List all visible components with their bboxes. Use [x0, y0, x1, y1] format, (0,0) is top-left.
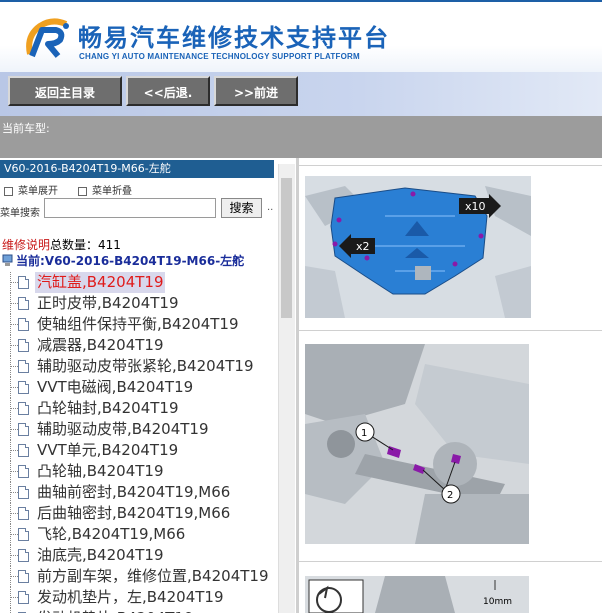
tree-item-label[interactable]: VVT单元,B4204T19 — [37, 440, 178, 461]
tree-item-label[interactable]: 汽缸盖,B4204T19 — [35, 272, 166, 293]
collapse-icon — [78, 186, 87, 196]
tree-item-label[interactable]: VVT电磁阀,B4204T19 — [37, 377, 193, 398]
tree-item-label[interactable]: 辅助驱动皮带,B4204T19 — [37, 419, 208, 440]
document-icon — [18, 381, 29, 394]
tree-item-label[interactable]: 飞轮,B4204T19,M66 — [37, 524, 185, 545]
document-icon — [18, 507, 29, 520]
menu-collapse-label: 菜单折叠 — [92, 186, 132, 197]
tree-item[interactable]: 减震器,B4204T19 — [10, 335, 278, 356]
document-icon — [18, 297, 29, 310]
document-icon — [18, 318, 29, 331]
forward-button[interactable]: >>前进 — [214, 76, 298, 106]
tree-item[interactable]: 辅助驱动皮带张紧轮,B4204T19 — [10, 356, 278, 377]
tree-item[interactable]: 发动机垫片，左,B4204T19 — [10, 587, 278, 608]
tree-item[interactable]: 油底壳,B4204T19 — [10, 545, 278, 566]
figure-torque: 10mm — [305, 576, 529, 613]
divider — [299, 561, 602, 562]
figure-underbody-shield: x10 x2 — [305, 176, 531, 318]
document-icon — [18, 444, 29, 457]
underbody-shield-illustration: x10 x2 — [305, 176, 531, 318]
divider — [299, 165, 602, 166]
tree-item[interactable]: VVT电磁阀,B4204T19 — [10, 377, 278, 398]
current-node[interactable]: 当前:V60-2016-B4204T19-M66-左舵 — [2, 252, 244, 269]
content-panel: x10 x2 1 2 10mm — [296, 158, 602, 613]
document-icon — [18, 402, 29, 415]
expand-icon — [4, 186, 13, 196]
app-header: 畅易汽车维修技术支持平台 CHANG YI AUTO MAINTENANCE T… — [0, 0, 602, 74]
tree-item-label[interactable]: 使轴组件保持平衡,B4204T19 — [37, 314, 238, 335]
tree-item[interactable]: 前方副车架，维修位置,B4204T19 — [10, 566, 278, 587]
sidebar: V60-2016-B4204T19-M66-左舵 菜单展开 菜单折叠 菜单搜索 … — [0, 158, 295, 613]
tree-item[interactable]: 正时皮带,B4204T19 — [10, 293, 278, 314]
menu-collapse-link[interactable]: 菜单折叠 — [78, 182, 132, 197]
site-title: 畅易汽车维修技术支持平台 — [78, 24, 390, 52]
tree-item-label[interactable]: 发动机垫片，左,B4204T19 — [37, 587, 223, 608]
sidebar-path: V60-2016-B4204T19-M66-左舵 — [0, 160, 274, 178]
document-icon — [18, 570, 29, 583]
figure-fasteners: 1 2 — [305, 344, 529, 544]
tree-item[interactable]: 凸轮轴封,B4204T19 — [10, 398, 278, 419]
tree-item-label[interactable]: 凸轮轴,B4204T19 — [37, 461, 163, 482]
logo-icon — [26, 18, 69, 58]
vehicle-bar: 当前车型: — [0, 116, 602, 158]
tree-item[interactable]: 飞轮,B4204T19,M66 — [10, 524, 278, 545]
tree-item[interactable]: 辅助驱动皮带,B4204T19 — [10, 419, 278, 440]
tree-item[interactable]: 后曲轴密封,B4204T19,M66 — [10, 503, 278, 524]
search-input[interactable] — [44, 198, 216, 218]
tree-item[interactable]: VVT单元,B4204T19 — [10, 440, 278, 461]
document-icon — [18, 528, 29, 541]
document-icon — [18, 423, 29, 436]
tree-item[interactable]: 凸轮轴,B4204T19 — [10, 461, 278, 482]
fastener-illustration: 1 2 — [305, 344, 529, 544]
tree-item-label[interactable]: 前方副车架，维修位置,B4204T19 — [37, 566, 268, 587]
computer-icon — [2, 254, 13, 266]
tree-item[interactable]: 汽缸盖,B4204T19 — [10, 272, 278, 293]
doc-tree: 汽缸盖,B4204T19 正时皮带,B4204T19 使轴组件保持平衡,B4204T… — [10, 272, 278, 613]
tree-connector — [10, 608, 11, 613]
search-dots: .. — [267, 202, 274, 213]
count-label: 维修说明 — [2, 238, 51, 252]
count-line: 维修说明总数量：411 — [2, 236, 121, 253]
back-button[interactable]: <<后退. — [126, 76, 210, 106]
site-subtitle: CHANG YI AUTO MAINTENANCE TECHNOLOGY SUP… — [79, 52, 360, 61]
search-button[interactable]: 搜索 — [221, 198, 262, 218]
menu-expand-label: 菜单展开 — [18, 186, 58, 197]
sidebar-scrollbar[interactable] — [278, 164, 295, 613]
nav-bar: 返回主目录 <<后退. >>前进 — [0, 72, 602, 116]
callout-1-label: 1 — [361, 428, 367, 439]
search-label: 菜单搜索 — [0, 208, 40, 219]
document-icon — [18, 591, 29, 604]
document-icon — [18, 486, 29, 499]
document-icon — [18, 465, 29, 478]
tree-item-label[interactable]: 发动机垫片,B4204T19 — [37, 608, 193, 613]
document-icon — [18, 549, 29, 562]
measure-label: 10mm — [483, 597, 512, 607]
vehicle-label: 当前车型: — [2, 122, 50, 135]
divider — [299, 330, 602, 331]
tree-item-label[interactable]: 后曲轴密封,B4204T19,M66 — [37, 503, 230, 524]
tree-item-label[interactable]: 油底壳,B4204T19 — [37, 545, 163, 566]
callout-x2-label: x2 — [356, 240, 370, 253]
tree-item[interactable]: 发动机垫片,B4204T19 — [10, 608, 278, 613]
tree-item-label[interactable]: 辅助驱动皮带张紧轮,B4204T19 — [37, 356, 253, 377]
callout-x10-label: x10 — [465, 200, 486, 213]
tree-item-label[interactable]: 曲轴前密封,B4204T19,M66 — [37, 482, 230, 503]
document-icon — [18, 276, 29, 289]
torque-illustration: 10mm — [305, 576, 529, 613]
count-value: 总数量：411 — [50, 238, 121, 252]
tree-item[interactable]: 使轴组件保持平衡,B4204T19 — [10, 314, 278, 335]
menu-expand-link[interactable]: 菜单展开 — [4, 182, 58, 197]
document-icon — [18, 360, 29, 373]
current-node-label: 当前:V60-2016-B4204T19-M66-左舵 — [16, 254, 245, 268]
callout-2-label: 2 — [447, 490, 453, 501]
document-icon — [18, 339, 29, 352]
scrollbar-thumb[interactable] — [281, 178, 292, 318]
tree-item-label[interactable]: 凸轮轴封,B4204T19 — [37, 398, 178, 419]
tree-item-label[interactable]: 正时皮带,B4204T19 — [37, 293, 178, 314]
tree-item-label[interactable]: 减震器,B4204T19 — [37, 335, 163, 356]
tree-item[interactable]: 曲轴前密封,B4204T19,M66 — [10, 482, 278, 503]
home-button[interactable]: 返回主目录 — [8, 76, 122, 106]
